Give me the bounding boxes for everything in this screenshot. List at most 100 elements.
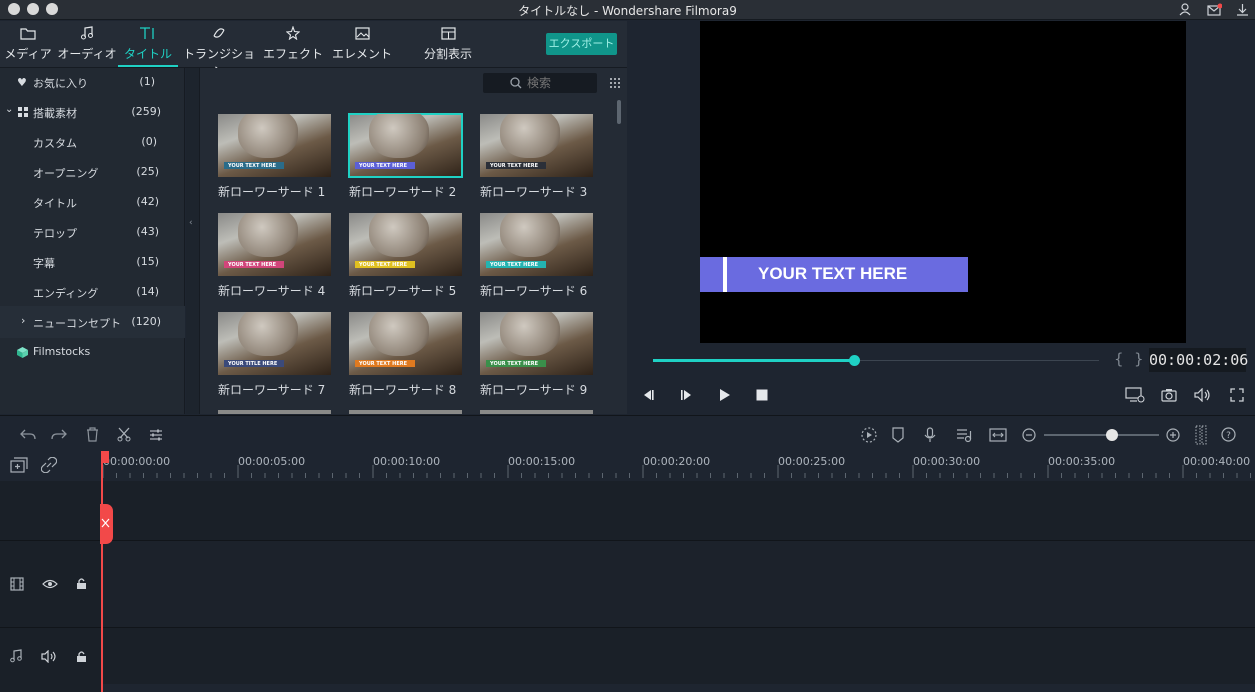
tab-effects[interactable]: エフェクト bbox=[262, 21, 324, 67]
marker-icon[interactable] bbox=[892, 427, 904, 443]
play-icon[interactable] bbox=[719, 389, 731, 401]
thumbnail-image bbox=[369, 312, 429, 356]
thumbnail-band-text: YOUR TEXT HERE bbox=[490, 361, 539, 367]
account-icon[interactable] bbox=[1179, 3, 1191, 16]
snapshot-camera-icon[interactable] bbox=[1161, 388, 1177, 402]
tab-elements[interactable]: エレメント bbox=[330, 21, 394, 67]
render-timeline-icon[interactable] bbox=[860, 427, 878, 443]
title-thumbnail[interactable]: YOUR TEXT HERE bbox=[218, 114, 331, 177]
thumbnail-image bbox=[238, 213, 298, 257]
filmstocks-cube-icon bbox=[17, 347, 28, 358]
mark-out-icon[interactable]: } bbox=[1134, 350, 1144, 368]
lock-icon[interactable] bbox=[76, 650, 87, 663]
volume-icon[interactable] bbox=[1194, 388, 1212, 402]
playhead[interactable] bbox=[101, 451, 103, 692]
playhead-handle[interactable] bbox=[101, 451, 109, 463]
title-thumbnail[interactable]: YOUR TEXT HERE bbox=[349, 312, 462, 375]
sidebar-item-custom[interactable]: カスタム (0) bbox=[0, 128, 185, 158]
title-thumbnail[interactable]: YOUR TEXT HERE bbox=[348, 113, 463, 178]
microphone-icon[interactable] bbox=[924, 427, 936, 443]
render-preview-icon[interactable] bbox=[1125, 387, 1145, 403]
title-track[interactable] bbox=[103, 481, 1255, 540]
grid-scrollbar[interactable] bbox=[617, 100, 621, 124]
chevron-right-icon: › bbox=[21, 314, 26, 327]
music-note-icon bbox=[56, 21, 118, 45]
previous-frame-icon[interactable] bbox=[641, 389, 655, 401]
help-icon[interactable]: ? bbox=[1221, 427, 1236, 442]
thumbnail-label: 新ローワーサード 7 bbox=[218, 383, 326, 397]
tab-media[interactable]: メディア bbox=[2, 21, 54, 67]
audio-mixer-icon[interactable] bbox=[956, 427, 972, 443]
download-icon[interactable] bbox=[1236, 3, 1249, 16]
playback-progress-knob[interactable] bbox=[849, 355, 860, 366]
heart-icon: ♥ bbox=[17, 76, 27, 89]
tab-split-screen[interactable]: 分割表示 bbox=[420, 21, 476, 67]
sidebar-item-opening[interactable]: オープニング (25) bbox=[0, 158, 185, 188]
thumbnail-band-text: YOUR TEXT HERE bbox=[359, 163, 408, 169]
title-thumbnail[interactable]: YOUR TEXT HERE bbox=[218, 213, 331, 276]
preview-screen[interactable] bbox=[700, 21, 1186, 343]
lock-icon[interactable] bbox=[76, 577, 87, 590]
ruler-tick-label: 00:00:30:00 bbox=[913, 455, 981, 468]
title-thumbnail-partial[interactable] bbox=[349, 410, 462, 414]
tab-audio[interactable]: オーディオ bbox=[56, 21, 118, 67]
grid-view-icon[interactable] bbox=[609, 77, 621, 89]
thumbnail-image bbox=[500, 312, 560, 356]
playhead-split-marker[interactable] bbox=[100, 504, 113, 544]
ruler-tick-label: 00:00:15:00 bbox=[508, 455, 576, 468]
ruler-tick-label: 00:00:40:00 bbox=[1183, 455, 1251, 468]
ruler-tick-label: 00:00:35:00 bbox=[1048, 455, 1116, 468]
zoom-out-icon[interactable] bbox=[1022, 428, 1036, 442]
title-thumbnail[interactable]: YOUR TEXT HERE bbox=[480, 213, 593, 276]
video-track-icon bbox=[10, 577, 24, 591]
thumbnail-label: 新ローワーサード 3 bbox=[480, 185, 588, 199]
mark-in-icon[interactable]: { bbox=[1114, 350, 1124, 368]
sidebar-item-subtitles[interactable]: 字幕 (15) bbox=[0, 248, 185, 278]
fit-timeline-icon[interactable] bbox=[989, 428, 1007, 442]
export-button[interactable]: エクスポート bbox=[546, 33, 617, 55]
title-thumbnail[interactable]: YOUR TEXT HERE bbox=[349, 213, 462, 276]
sidebar-item-ending[interactable]: エンディング (14) bbox=[0, 278, 185, 308]
sidebar-item-builtin[interactable]: ⌄ 搭載素材 (259) bbox=[0, 98, 185, 128]
thumbnail-label: 新ローワーサード 4 bbox=[218, 284, 326, 298]
delete-icon[interactable] bbox=[86, 427, 99, 442]
title-thumbnail-partial[interactable] bbox=[480, 410, 593, 414]
tab-titles[interactable]: タイトル bbox=[118, 21, 178, 67]
search-input[interactable] bbox=[483, 73, 597, 93]
sidebar-item-caption[interactable]: テロップ (43) bbox=[0, 218, 185, 248]
zoom-slider-track[interactable] bbox=[1044, 434, 1159, 436]
link-icon[interactable] bbox=[41, 457, 57, 473]
scissors-icon bbox=[101, 518, 110, 528]
sidebar-collapse-handle[interactable]: ‹ bbox=[186, 68, 200, 414]
redo-icon[interactable] bbox=[51, 428, 67, 442]
undo-icon[interactable] bbox=[20, 428, 36, 442]
tab-transitions[interactable]: トランジション bbox=[178, 21, 260, 78]
preview-overlay-text: YOUR TEXT HERE bbox=[758, 264, 908, 283]
sidebar-item-filmstocks[interactable]: Filmstocks bbox=[0, 338, 185, 368]
thumbnail-label: 新ローワーサード 6 bbox=[480, 284, 588, 298]
zoom-slider-knob[interactable] bbox=[1106, 429, 1118, 441]
zoom-in-icon[interactable] bbox=[1166, 428, 1180, 442]
sidebar-item-title[interactable]: タイトル (42) bbox=[0, 188, 185, 218]
video-track[interactable] bbox=[103, 541, 1255, 627]
title-thumbnail[interactable]: YOUR TEXT HERE bbox=[480, 312, 593, 375]
title-thumbnail[interactable]: YOUR TEXT HERE bbox=[480, 114, 593, 177]
preview-lower-third-bar bbox=[723, 257, 727, 292]
sidebar-item-new-concept[interactable]: › ニューコンセプト (120) bbox=[0, 306, 185, 338]
title-thumbnail[interactable]: YOUR TITLE HERE bbox=[218, 312, 331, 375]
next-frame-icon[interactable] bbox=[680, 389, 694, 401]
cut-scissors-icon[interactable] bbox=[117, 427, 131, 442]
audio-track[interactable] bbox=[103, 628, 1255, 684]
adjust-sliders-icon[interactable] bbox=[149, 428, 163, 442]
add-track-icon[interactable] bbox=[10, 457, 30, 474]
fullscreen-icon[interactable] bbox=[1230, 388, 1244, 402]
audio-meter-icon[interactable] bbox=[1195, 425, 1207, 445]
thumbnail-band-text: YOUR TEXT HERE bbox=[359, 361, 408, 367]
stop-icon[interactable] bbox=[756, 389, 768, 401]
title-thumbnail-partial[interactable] bbox=[218, 410, 331, 414]
title-text-icon bbox=[118, 21, 178, 45]
sidebar-item-favorites[interactable]: ♥ お気に入り (1) bbox=[0, 68, 185, 98]
mail-icon[interactable] bbox=[1207, 3, 1222, 16]
eye-icon[interactable] bbox=[42, 579, 58, 589]
speaker-icon[interactable] bbox=[41, 650, 58, 663]
